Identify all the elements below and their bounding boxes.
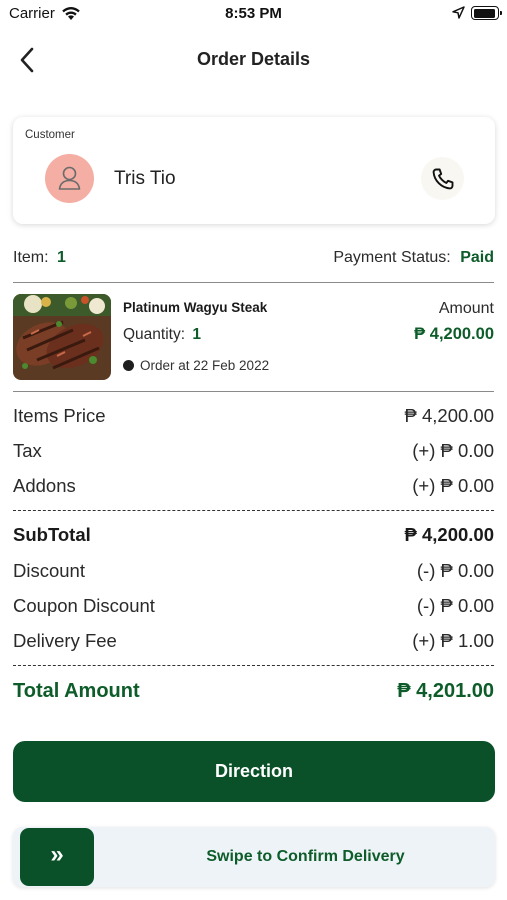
discount-label: Discount [13, 560, 85, 581]
customer-name: Tris Tio [114, 168, 176, 189]
payment-status-row: Payment Status: Paid [333, 249, 494, 267]
addons-row: Addons (+) ₱ 0.00 [13, 475, 494, 499]
total-amount-label: Total Amount [13, 680, 140, 702]
double-chevron-right-icon: » [50, 841, 64, 868]
item-count-row: Item: 1 [13, 249, 66, 267]
subtotal-label: SubTotal [13, 524, 91, 545]
status-time: 8:53 PM [225, 5, 282, 22]
swipe-label: Swipe to Confirm Delivery [206, 848, 405, 865]
avatar [45, 154, 94, 203]
divider [13, 391, 494, 392]
product-name: Platinum Wagyu Steak [123, 300, 268, 315]
discount-value: (-) ₱ 0.00 [416, 560, 494, 581]
quantity-value: 1 [192, 326, 201, 343]
total-amount-value: ₱ 4,201.00 [397, 680, 494, 702]
coupon-discount-value: (-) ₱ 0.00 [416, 595, 494, 616]
coupon-discount-row: Coupon Discount (-) ₱ 0.00 [13, 595, 494, 619]
quantity-label: Quantity: [123, 326, 186, 343]
discount-row: Discount (-) ₱ 0.00 [13, 560, 494, 584]
tax-value: (+) ₱ 0.00 [412, 440, 494, 461]
swipe-to-confirm-slider[interactable]: » Swipe to Confirm Delivery [13, 827, 495, 887]
battery-icon [471, 6, 502, 20]
customer-label: Customer [25, 129, 75, 141]
items-price-value: ₱ 4,200.00 [404, 405, 495, 426]
amount-value: ₱ 4,200.00 [414, 325, 494, 343]
status-bar: Carrier 8:53 PM [0, 0, 507, 30]
delivery-fee-label: Delivery Fee [13, 630, 117, 651]
tax-row: Tax (+) ₱ 0.00 [13, 440, 494, 464]
coupon-discount-label: Coupon Discount [13, 595, 155, 616]
item-count: 1 [57, 249, 66, 266]
direction-button[interactable]: Direction [13, 741, 495, 802]
bullet-dot-icon [123, 360, 134, 371]
total-amount-row: Total Amount ₱ 4,201.00 [13, 680, 494, 704]
dashed-divider [13, 665, 494, 666]
amount-label: Amount [438, 300, 494, 317]
items-price-label: Items Price [13, 405, 106, 426]
divider [13, 282, 494, 283]
page-title: Order Details [196, 49, 311, 69]
call-button[interactable] [421, 157, 464, 200]
subtotal-row: SubTotal ₱ 4,200.00 [13, 524, 494, 548]
items-price-row: Items Price ₱ 4,200.00 [13, 405, 494, 429]
delivery-fee-row: Delivery Fee (+) ₱ 1.00 [13, 630, 494, 654]
location-arrow-icon [452, 6, 465, 24]
dashed-divider [13, 510, 494, 511]
swipe-handle[interactable]: » [20, 828, 94, 886]
user-icon [58, 166, 81, 190]
delivery-fee-value: (+) ₱ 1.00 [412, 630, 494, 651]
payment-status-value: Paid [460, 249, 494, 266]
product-quantity: Quantity: 1 [123, 326, 201, 344]
customer-card: Customer Tris Tio [13, 117, 495, 224]
product-image [13, 294, 111, 380]
addons-label: Addons [13, 475, 76, 496]
payment-status-label: Payment Status: [333, 249, 451, 266]
item-label: Item: [13, 249, 49, 266]
subtotal-value: ₱ 4,200.00 [404, 524, 495, 545]
phone-icon [432, 168, 454, 190]
order-date-text: Order at 22 Feb 2022 [140, 358, 270, 373]
order-date: Order at 22 Feb 2022 [123, 358, 269, 373]
addons-value: (+) ₱ 0.00 [412, 475, 494, 496]
tax-label: Tax [13, 440, 42, 461]
